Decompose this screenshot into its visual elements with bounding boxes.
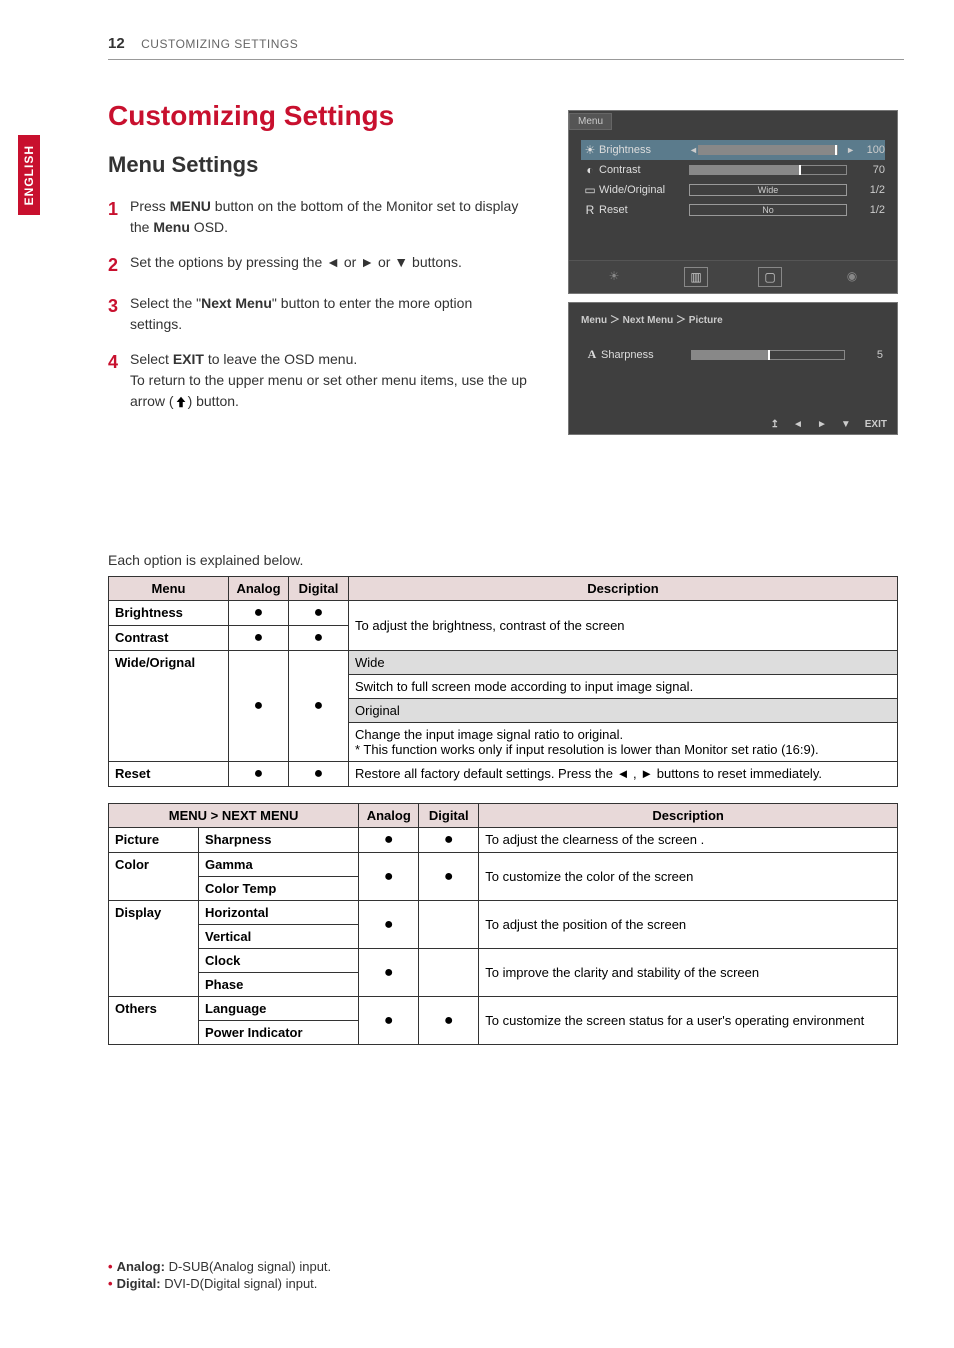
osd-tab-label: Menu (569, 113, 612, 130)
osd-footer-controls: ↥ ◄ ► ▼ EXIT (569, 415, 897, 434)
submenu-table: MENU > NEXT MENU Analog Digital Descript… (108, 803, 898, 1045)
up-icon: ↥ (771, 419, 779, 430)
osd-preview: Menu ☀ Brightness ◄ ► 100 ◐ Contrast 70 (568, 110, 898, 443)
down-icon: ▼ (841, 419, 851, 430)
table-row: Reset ● ● Restore all factory default se… (109, 762, 898, 787)
osd-cat-brightness-icon: ☀ (594, 267, 634, 287)
osd-row-sharpness: A Sharpness 5 (583, 344, 883, 365)
table-row: Color Gamma ● ● To customize the color o… (109, 853, 898, 877)
language-tab: ENGLISH (18, 135, 40, 215)
table-row: Others Language ● ● To customize the scr… (109, 997, 898, 1021)
table-row: Wide/Orignal ● ● Wide (109, 651, 898, 675)
footnote-digital: •Digital: DVI-D(Digital signal) input. (108, 1276, 331, 1291)
menu-table: Menu Analog Digital Description Brightne… (108, 576, 898, 787)
right-icon: ► (817, 419, 827, 430)
osd-category-tabs: ☀ ▥ ▢ ◉ (569, 260, 897, 293)
page-number: 12 (108, 35, 125, 52)
sharpness-icon: A (583, 347, 601, 362)
osd-cat-others-icon: ◉ (832, 267, 872, 287)
osd-row-wide: ▭ Wide/Original Wide 1/2 (581, 180, 885, 200)
step-2: 2 Set the options by pressing the ◄ or ►… (108, 252, 528, 279)
osd-row-brightness: ☀ Brightness ◄ ► 100 (581, 140, 885, 160)
page-header: 12 CUSTOMIZING SETTINGS (108, 35, 904, 60)
steps-list: 1 Press MENU button on the bottom of the… (108, 196, 528, 412)
table-row: Picture Sharpness ● ● To adjust the clea… (109, 828, 898, 853)
aspect-icon: ▭ (581, 183, 599, 197)
footnote-analog: •Analog: D-SUB(Analog signal) input. (108, 1259, 331, 1274)
osd-row-contrast: ◐ Contrast 70 (581, 160, 885, 180)
step-1: 1 Press MENU button on the bottom of the… (108, 196, 528, 238)
footnotes: •Analog: D-SUB(Analog signal) input. •Di… (108, 1259, 331, 1293)
exit-label: EXIT (865, 419, 887, 430)
contrast-icon: ◐ (581, 163, 599, 177)
osd-cat-color-icon: ▥ (684, 267, 708, 287)
osd-main-menu: Menu ☀ Brightness ◄ ► 100 ◐ Contrast 70 (568, 110, 898, 294)
up-arrow-icon (174, 395, 188, 409)
table-intro: Each option is explained below. (108, 552, 898, 568)
osd-breadcrumb: Menu ＞ Next Menu ＞ Picture (569, 303, 897, 334)
table-row: Display Horizontal ● To adjust the posit… (109, 901, 898, 925)
osd-submenu: Menu ＞ Next Menu ＞ Picture A Sharpness 5… (568, 302, 898, 435)
osd-row-reset: R Reset No 1/2 (581, 200, 885, 220)
reset-icon: R (581, 203, 599, 217)
table-row: Clock ● To improve the clarity and stabi… (109, 949, 898, 973)
step-3: 3 Select the "Next Menu" button to enter… (108, 293, 528, 335)
table-row: Brightness ● ● To adjust the brightness,… (109, 601, 898, 626)
osd-cat-display-icon: ▢ (758, 267, 782, 287)
brightness-icon: ☀ (581, 143, 599, 157)
left-icon: ◄ (793, 419, 803, 430)
step-4: 4 Select EXIT to leave the OSD menu. To … (108, 349, 528, 412)
header-title: CUSTOMIZING SETTINGS (141, 37, 298, 51)
